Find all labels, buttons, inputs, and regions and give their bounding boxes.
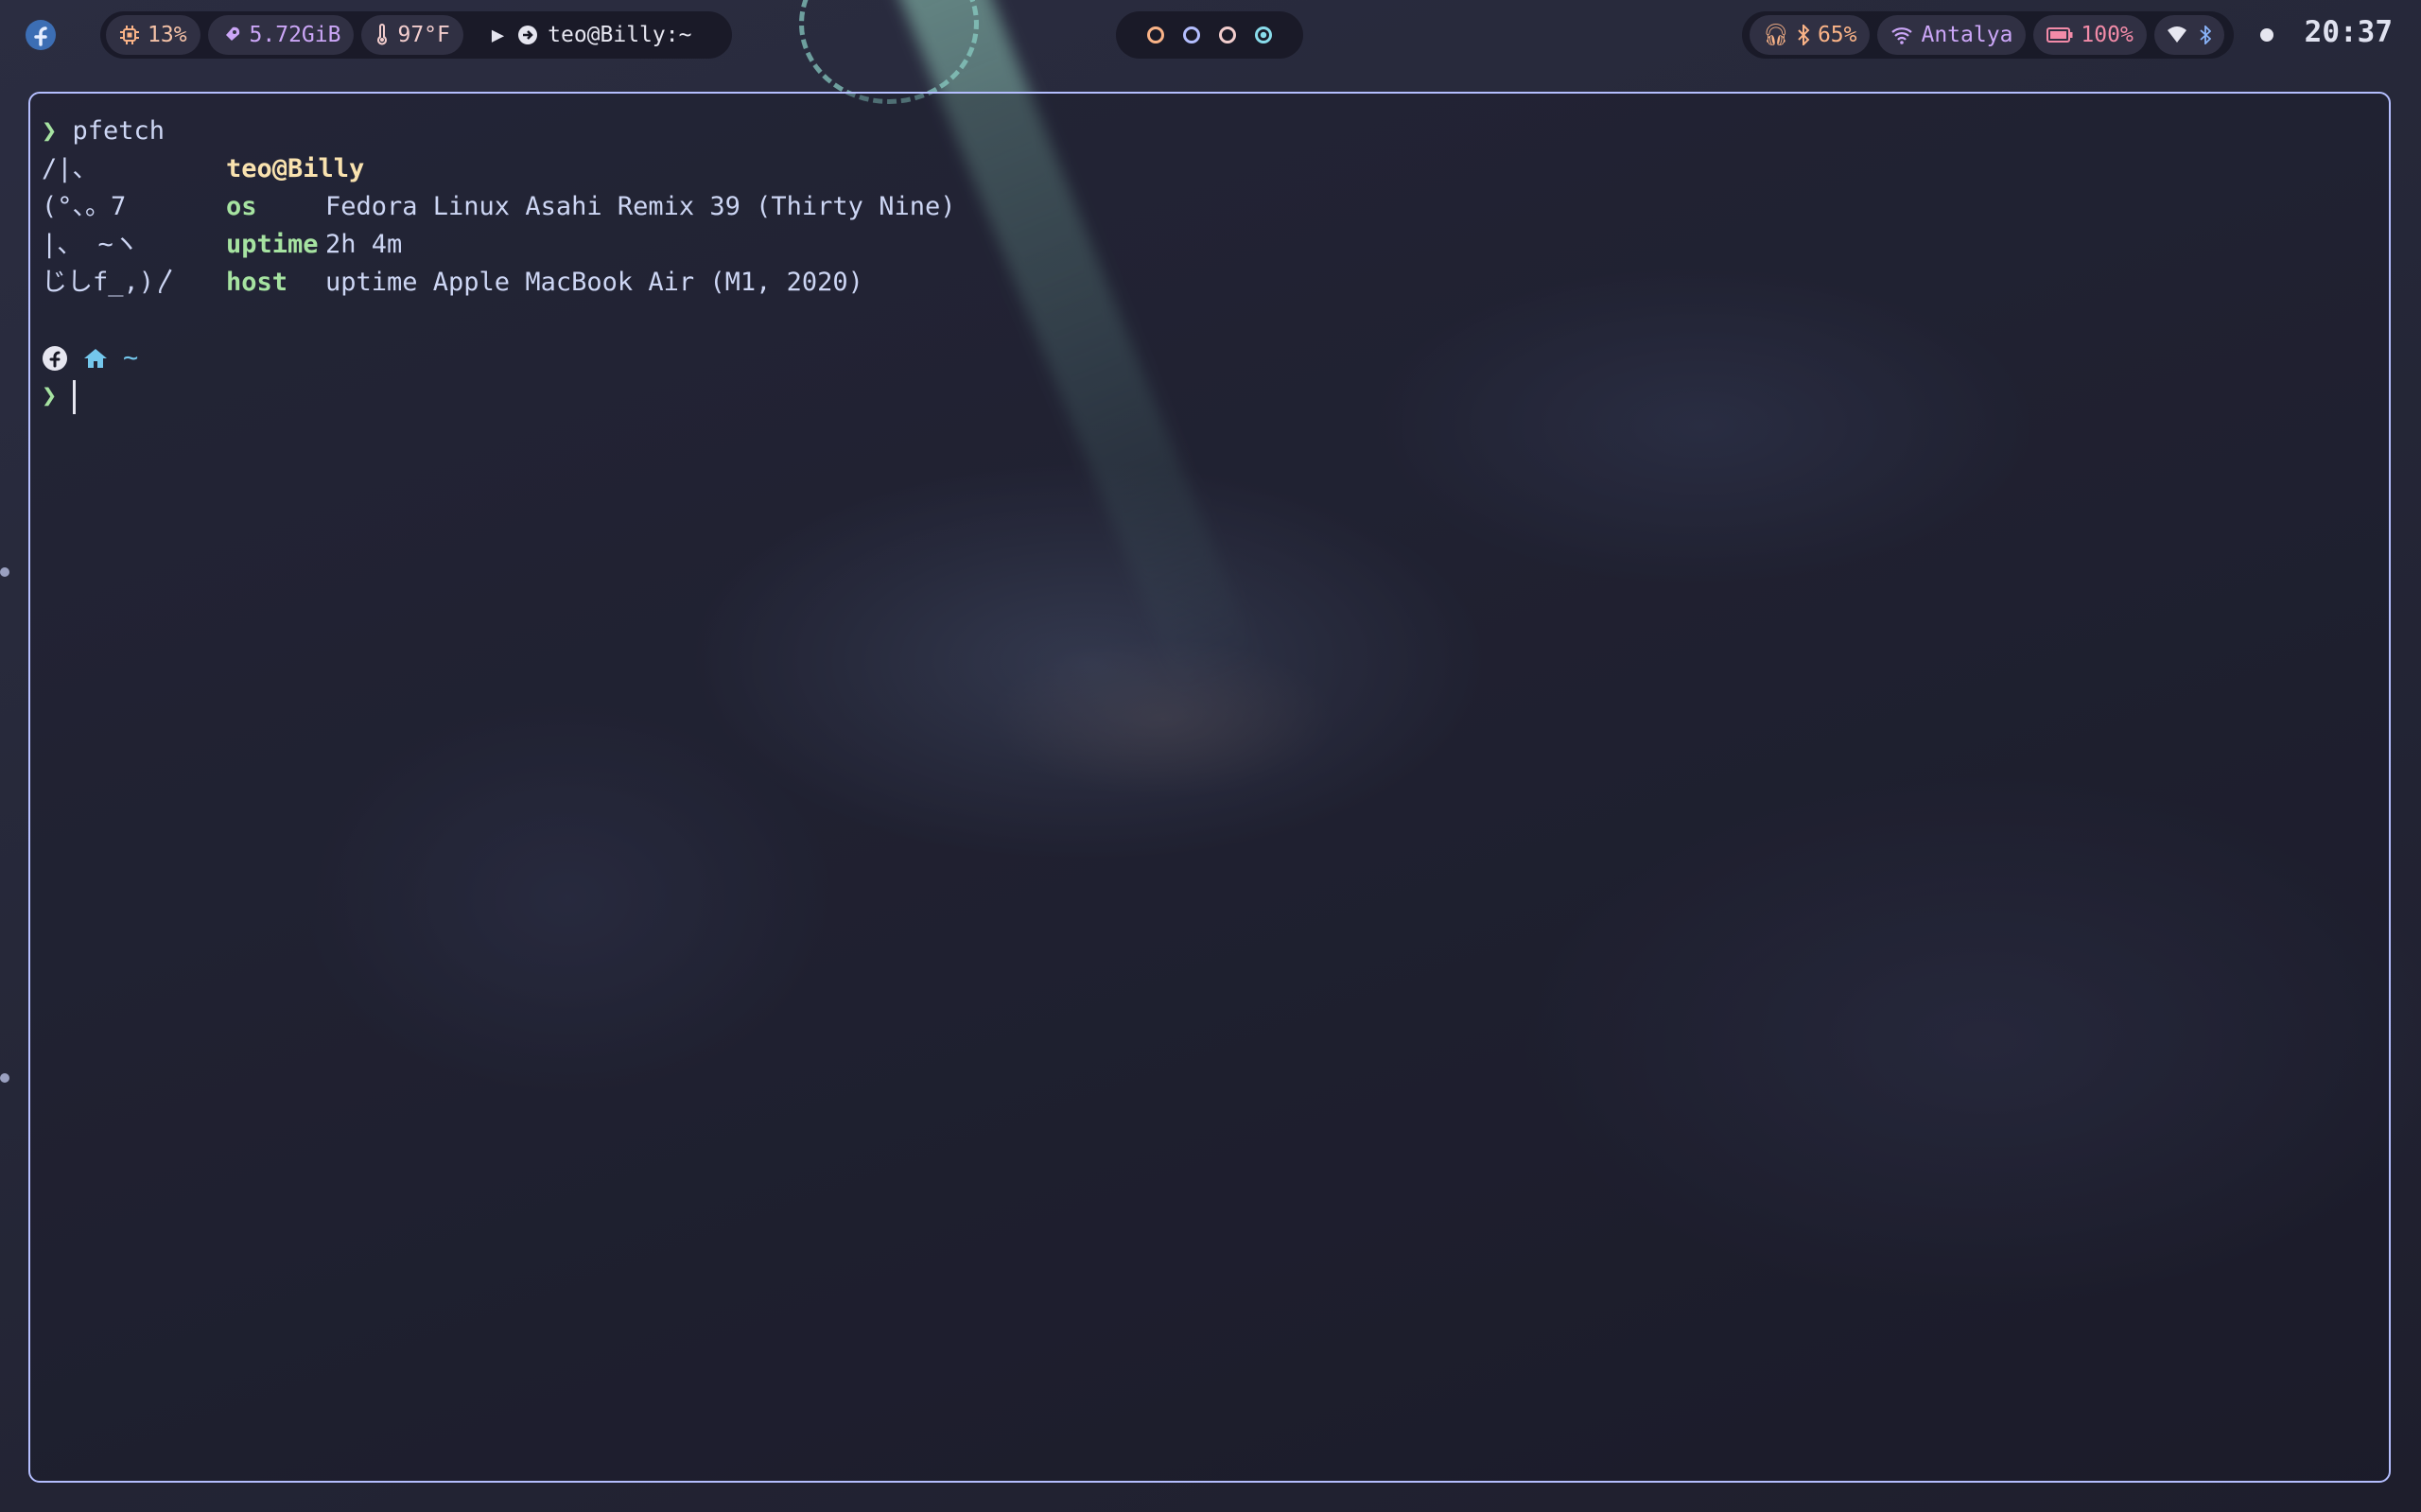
bluetooth-tray-icon[interactable] bbox=[2200, 26, 2211, 44]
user-host: teo@Billy bbox=[226, 154, 365, 183]
network-label: Antalya bbox=[1921, 23, 2013, 47]
headphones-icon: 🎧︎ bbox=[1763, 23, 1789, 47]
memory-widget[interactable]: 5.72GiB bbox=[207, 15, 355, 55]
workspace-2[interactable] bbox=[1183, 26, 1200, 43]
battery-icon bbox=[2047, 27, 2073, 43]
info-key: uptime bbox=[226, 230, 319, 259]
wifi-icon bbox=[1891, 27, 1913, 44]
cpu-icon bbox=[120, 26, 139, 44]
temperature-value: 97°F bbox=[397, 23, 450, 47]
ascii-art-line: /|、 bbox=[42, 154, 98, 183]
fedora-logo-icon bbox=[43, 346, 67, 371]
info-value: 2h 4m bbox=[325, 230, 403, 259]
battery-widget[interactable]: 100% bbox=[2033, 15, 2147, 55]
cpu-widget[interactable]: 13% bbox=[106, 15, 200, 55]
info-value: Fedora Linux Asahi Remix 39 (Thirty Nine… bbox=[325, 192, 956, 221]
active-window-title[interactable]: teo@Billy:~ bbox=[517, 23, 691, 47]
fedora-logo-icon[interactable] bbox=[25, 19, 57, 51]
pfetch-line: /|、 teo@Billy bbox=[42, 150, 2377, 188]
prompt-symbol: ❯ bbox=[42, 381, 58, 410]
pfetch-line: |、 ~ヽ uptime 2h 4m bbox=[42, 226, 2377, 264]
wallpaper-dot bbox=[0, 567, 9, 577]
wifi-tray-icon[interactable] bbox=[2167, 26, 2186, 43]
workspace-4-active[interactable] bbox=[1255, 26, 1272, 43]
terminal-arrow-icon bbox=[518, 26, 538, 44]
pfetch-line: (°、。7 os Fedora Linux Asahi Remix 39 (Thir… bbox=[42, 188, 2377, 226]
pfetch-line: じしf_,)〳 host uptime Apple MacBook Air (M1,… bbox=[42, 264, 2377, 302]
prompt-symbol: ❯ bbox=[42, 116, 58, 146]
thermometer-icon bbox=[377, 24, 388, 45]
prompt-path: ~ bbox=[123, 343, 139, 373]
info-key: os bbox=[226, 192, 257, 221]
clock[interactable]: 20:37 bbox=[2305, 15, 2393, 49]
memory-value: 5.72GiB bbox=[249, 23, 341, 47]
ascii-art-line: |、 ~ヽ bbox=[42, 230, 139, 259]
battery-value: 100% bbox=[2081, 23, 2134, 47]
desktop: 13% 5.72GiB 97°F ▶ teo@Billy:~ 🎧︎ 65% An… bbox=[0, 0, 2421, 1512]
audio-widget[interactable]: 🎧︎ 65% bbox=[1750, 15, 1871, 55]
play-icon[interactable]: ▶ bbox=[492, 24, 504, 47]
ascii-art-line: (°、。7 bbox=[42, 192, 127, 221]
command-line: ❯ pfetch bbox=[42, 113, 2377, 150]
info-key: host bbox=[226, 268, 288, 297]
home-icon bbox=[84, 349, 107, 368]
notification-dot-icon[interactable] bbox=[2260, 28, 2273, 42]
wallpaper-dot bbox=[0, 1073, 9, 1083]
workspace-1[interactable] bbox=[1147, 26, 1164, 43]
network-widget[interactable]: Antalya bbox=[1877, 15, 2027, 55]
temperature-widget[interactable]: 97°F bbox=[361, 15, 463, 55]
window-title: teo@Billy:~ bbox=[548, 23, 692, 47]
bluetooth-icon bbox=[1798, 25, 1810, 45]
workspace-3[interactable] bbox=[1219, 26, 1236, 43]
prompt-path-line: ~ bbox=[42, 339, 2377, 377]
top-bar: 13% 5.72GiB 97°F ▶ teo@Billy:~ 🎧︎ 65% An… bbox=[0, 0, 2421, 70]
info-value: uptime Apple MacBook Air (M1, 2020) bbox=[325, 268, 863, 297]
system-stats-pill: 13% 5.72GiB 97°F ▶ teo@Billy:~ bbox=[100, 11, 732, 59]
workspaces-pill bbox=[1116, 11, 1303, 59]
terminal-window[interactable]: ❯ pfetch /|、 teo@Billy (°、。7 os Fedora Linu… bbox=[28, 92, 2391, 1483]
status-pill: 🎧︎ 65% Antalya 100% bbox=[1742, 11, 2234, 59]
ascii-art-line: じしf_,)〳 bbox=[42, 268, 181, 297]
rocket-icon bbox=[224, 26, 239, 42]
tray-widget[interactable] bbox=[2153, 15, 2224, 55]
command-text: pfetch bbox=[72, 116, 165, 146]
cpu-value: 13% bbox=[148, 23, 187, 47]
text-cursor bbox=[72, 379, 76, 414]
input-line[interactable]: ❯ bbox=[42, 377, 2377, 415]
audio-value: 65% bbox=[1817, 23, 1857, 47]
